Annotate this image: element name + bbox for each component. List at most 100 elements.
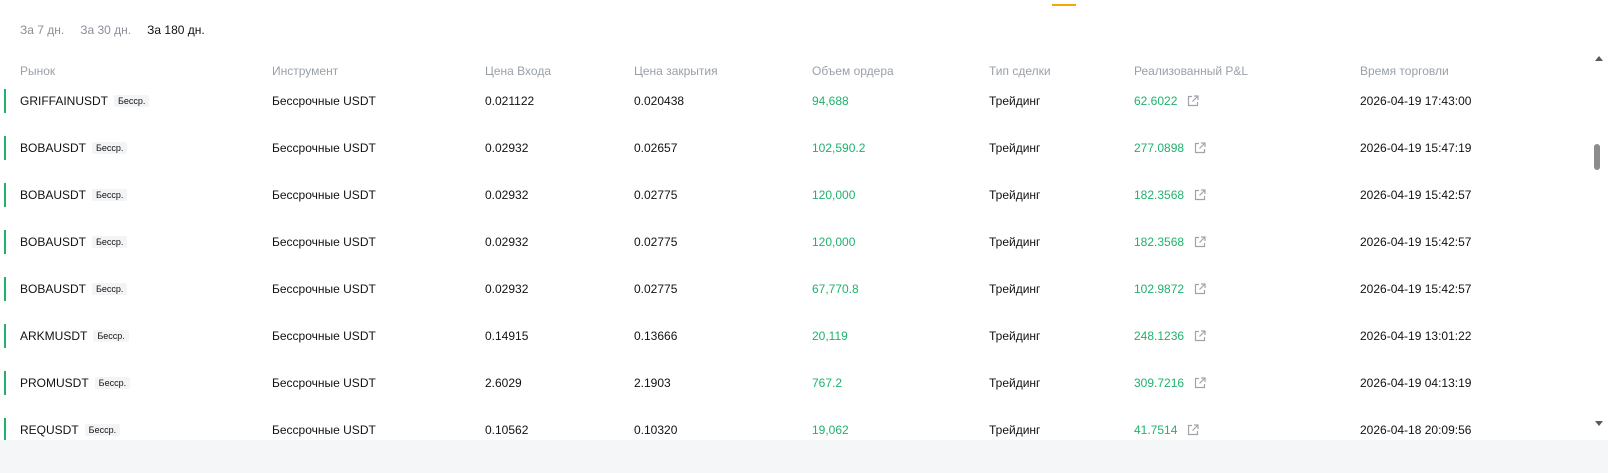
trade-time-cell: 2026-04-18 20:09:56 [1360,423,1472,437]
period-tab-180d[interactable]: За 180 дн. [147,23,205,37]
realized-pnl-cell: 309.7216 [1134,376,1207,390]
market-cell: BOBAUSDT Бесср. [20,282,128,296]
period-tab-30d[interactable]: За 30 дн. [80,23,131,37]
market-cell: PROMUSDT Бесср. [20,376,131,390]
instrument-cell: Бессрочные USDT [272,282,376,296]
contract-badge: Бесср. [92,283,128,295]
external-link-icon[interactable] [1186,423,1200,437]
side-indicator-bar [4,89,6,113]
close-price-cell: 0.02775 [634,282,678,296]
realized-pnl-cell: 41.7514 [1134,423,1200,437]
realized-pnl-value: 102.9872 [1134,282,1185,296]
instrument-cell: Бессрочные USDT [272,329,376,343]
external-link-icon[interactable] [1193,141,1207,155]
contract-badge: Бесср. [84,424,121,436]
trade-type-cell: Трейдинг [989,423,1041,437]
order-volume-cell: 20,119 [812,329,848,343]
realized-pnl-cell: 182.3568 [1134,188,1207,202]
table-row[interactable]: PROMUSDT Бесср. Бессрочные USDT 2.6029 2.190… [0,359,1590,407]
column-header-realized-pnl: Реализованный P&L [1134,64,1249,78]
realized-pnl-cell: 277.0898 [1134,141,1207,155]
external-link-icon[interactable] [1186,94,1200,108]
realized-pnl-value: 248.1236 [1134,329,1185,343]
side-indicator-bar [4,277,6,301]
period-tab-7d[interactable]: За 7 дн. [20,23,64,37]
column-header-instrument: Инструмент [272,64,339,78]
trade-time-cell: 2026-04-19 15:47:19 [1360,141,1472,155]
table-row[interactable]: BOBAUSDT Бесср. Бессрочные USDT 0.02932 0.02… [0,124,1590,172]
trade-history-panel: За 7 дн. За 30 дн. За 180 дн. Рынок Инст… [0,0,1608,440]
external-link-icon[interactable] [1193,282,1207,296]
trade-time-cell: 2026-04-19 15:42:57 [1360,188,1472,202]
contract-badge: Бесср. [92,189,128,201]
trade-time-cell: 2026-04-19 15:42:57 [1360,282,1472,296]
trade-time-cell: 2026-04-19 04:13:19 [1360,376,1472,390]
trade-type-cell: Трейдинг [989,282,1041,296]
order-volume-cell: 767.2 [812,376,843,390]
market-cell: BOBAUSDT Бесср. [20,141,128,155]
order-volume-cell: 19,062 [812,423,849,437]
instrument-cell: Бессрочные USDT [272,423,376,437]
market-symbol: REQUSDT [20,423,79,437]
side-indicator-bar [4,230,6,254]
scroll-up-arrow-icon[interactable] [1595,56,1603,61]
external-link-icon[interactable] [1193,329,1207,343]
contract-badge: Бесср. [92,142,128,154]
trade-type-cell: Трейдинг [989,188,1041,202]
column-header-trade-time: Время торговли [1360,64,1449,78]
market-symbol: ARKMUSDT [20,329,88,343]
period-filter: За 7 дн. За 30 дн. За 180 дн. [20,23,205,37]
realized-pnl-value: 62.6022 [1134,94,1178,108]
close-price-cell: 0.13666 [634,329,678,343]
trade-type-cell: Трейдинг [989,235,1041,249]
order-volume-cell: 94,688 [812,94,849,108]
entry-price-cell: 0.14915 [485,329,529,343]
order-volume-cell: 120,000 [812,188,856,202]
vertical-scrollbar[interactable] [1590,52,1608,440]
table-row[interactable]: BOBAUSDT Бесср. Бессрочные USDT 0.02932 0.02… [0,218,1590,266]
realized-pnl-cell: 248.1236 [1134,329,1207,343]
entry-price-cell: 0.10562 [485,423,529,437]
contract-badge: Бесср. [114,95,150,107]
contract-badge: Бесср. [92,236,128,248]
instrument-cell: Бессрочные USDT [272,188,376,202]
external-link-icon[interactable] [1193,376,1207,390]
table-row[interactable]: GRIFFAINUSDT Бесср. Бессрочные USDT 0.02112… [0,77,1590,125]
close-price-cell: 0.02775 [634,188,678,202]
column-header-order-volume: Объем ордера [812,64,894,78]
contract-badge: Бесср. [93,330,129,342]
realized-pnl-value: 182.3568 [1134,188,1185,202]
instrument-cell: Бессрочные USDT [272,94,376,108]
realized-pnl-cell: 182.3568 [1134,235,1207,249]
realized-pnl-cell: 62.6022 [1134,94,1200,108]
market-symbol: BOBAUSDT [20,235,87,249]
side-indicator-bar [4,371,6,395]
realized-pnl-value: 309.7216 [1134,376,1185,390]
entry-price-cell: 2.6029 [485,376,522,390]
realized-pnl-value: 41.7514 [1134,423,1178,437]
close-price-cell: 0.10320 [634,423,678,437]
side-indicator-bar [4,418,6,440]
trade-time-cell: 2026-04-19 13:01:22 [1360,329,1472,343]
trade-type-cell: Трейдинг [989,94,1041,108]
market-symbol: BOBAUSDT [20,282,87,296]
market-symbol: PROMUSDT [20,376,89,390]
side-indicator-bar [4,324,6,348]
realized-pnl-value: 277.0898 [1134,141,1185,155]
market-cell: BOBAUSDT Бесср. [20,235,128,249]
table-row[interactable]: REQUSDT Бесср. Бессрочные USDT 0.10562 0.103… [0,406,1590,440]
entry-price-cell: 0.02932 [485,188,529,202]
external-link-icon[interactable] [1193,188,1207,202]
column-header-close-price: Цена закрытия [634,64,718,78]
realized-pnl-value: 182.3568 [1134,235,1185,249]
active-tab-indicator [1052,4,1076,6]
table-row[interactable]: BOBAUSDT Бесср. Бессрочные USDT 0.02932 0.02… [0,265,1590,313]
market-cell: GRIFFAINUSDT Бесср. [20,94,150,108]
external-link-icon[interactable] [1193,235,1207,249]
close-price-cell: 0.020438 [634,94,685,108]
table-row[interactable]: BOBAUSDT Бесср. Бессрочные USDT 0.02932 0.02… [0,171,1590,219]
order-volume-cell: 102,590.2 [812,141,866,155]
scrollbar-thumb[interactable] [1594,144,1600,170]
table-row[interactable]: ARKMUSDT Бесср. Бессрочные USDT 0.14915 0.13… [0,312,1590,360]
scroll-down-arrow-icon[interactable] [1595,421,1603,426]
